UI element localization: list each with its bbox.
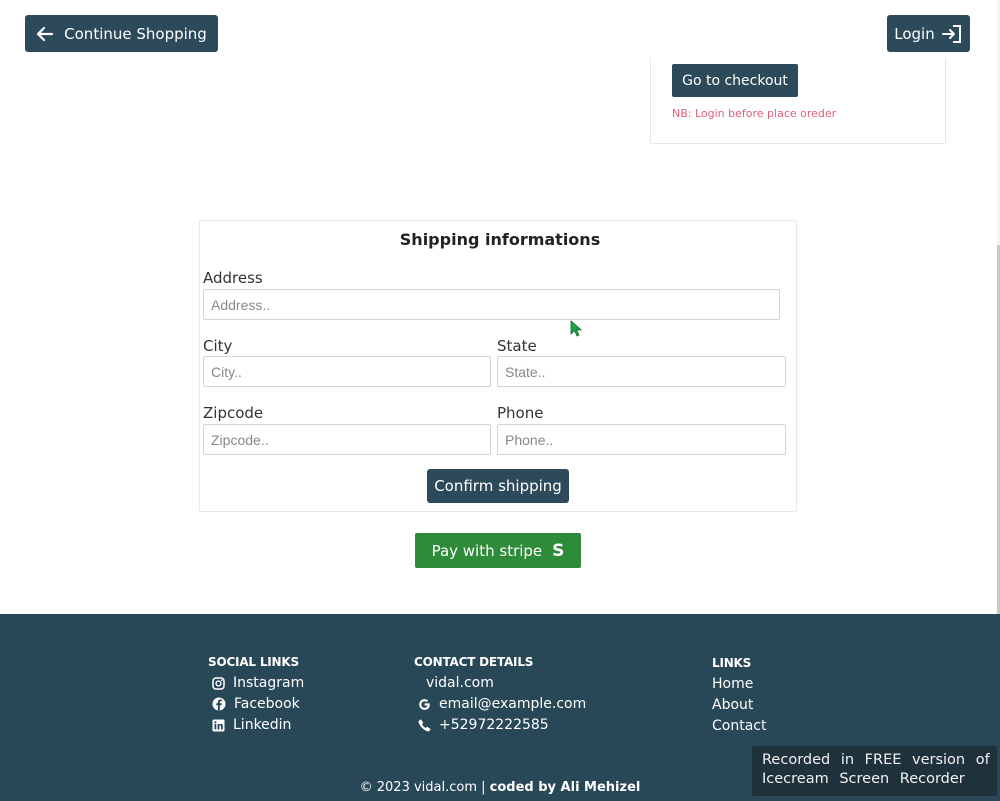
copyright-text: © 2023 vidal.com |: [359, 780, 490, 795]
continue-shopping-button[interactable]: Continue Shopping: [25, 15, 218, 52]
website-text: vidal.com: [426, 675, 494, 691]
footer-link-contact[interactable]: Contact: [712, 718, 766, 734]
zipcode-label: Zipcode: [203, 404, 264, 422]
linkedin-link[interactable]: Linkedin: [212, 717, 291, 733]
linkedin-icon: [212, 719, 225, 732]
recorder-watermark: Recorded in FREE version of Icecream Scr…: [752, 746, 997, 796]
address-input[interactable]: [203, 289, 780, 320]
facebook-label: Facebook: [234, 696, 300, 712]
phone-contact[interactable]: +52972222585: [418, 717, 549, 733]
pay-with-stripe-label: Pay with stripe: [431, 541, 543, 560]
address-label: Address: [203, 269, 263, 287]
login-note: NB: Login before place oreder: [672, 107, 837, 120]
google-icon: [418, 698, 431, 711]
email-label: email@example.com: [439, 696, 587, 712]
login-label: Login: [894, 24, 935, 43]
login-icon: [941, 24, 963, 44]
zipcode-input[interactable]: [203, 424, 491, 455]
stripe-icon: S: [552, 540, 565, 561]
shipping-title: Shipping informations: [399, 230, 601, 249]
pay-with-stripe-button[interactable]: Pay with stripe S: [415, 533, 581, 568]
links-heading: LINKS: [712, 656, 752, 670]
watermark-line-1: Recorded in FREE version of: [762, 752, 990, 768]
continue-shopping-label: Continue Shopping: [64, 24, 207, 43]
login-button[interactable]: Login: [887, 15, 970, 52]
coded-by-text: coded by Ali Mehizel: [489, 780, 641, 795]
phone-number-label: +52972222585: [439, 717, 549, 733]
confirm-shipping-button[interactable]: Confirm shipping: [427, 469, 569, 503]
instagram-label: Instagram: [233, 675, 305, 691]
website-label: vidal.com: [426, 675, 494, 691]
contact-details-heading: CONTACT DETAILS: [414, 655, 534, 669]
instagram-icon: [212, 676, 225, 690]
mouse-cursor-icon: [570, 320, 583, 342]
arrow-left-icon: [36, 26, 54, 42]
linkedin-label: Linkedin: [233, 717, 292, 733]
phone-input[interactable]: [497, 424, 786, 455]
watermark-line-2: Icecream Screen Recorder: [762, 771, 965, 787]
phone-label: Phone: [497, 404, 544, 422]
email-contact[interactable]: email@example.com: [418, 696, 586, 712]
social-links-heading: SOCIAL LINKS: [208, 655, 299, 669]
instagram-link[interactable]: Instagram: [212, 675, 304, 691]
city-input[interactable]: [203, 356, 491, 387]
footer-link-about[interactable]: About: [712, 697, 753, 713]
facebook-link[interactable]: Facebook: [212, 696, 300, 712]
facebook-icon: [212, 697, 226, 711]
state-label: State: [497, 337, 537, 355]
phone-icon: [418, 719, 431, 732]
city-label: City: [203, 337, 233, 355]
footer-link-home[interactable]: Home: [712, 676, 753, 692]
state-input[interactable]: [497, 356, 786, 387]
go-to-checkout-button[interactable]: Go to checkout: [672, 64, 798, 97]
